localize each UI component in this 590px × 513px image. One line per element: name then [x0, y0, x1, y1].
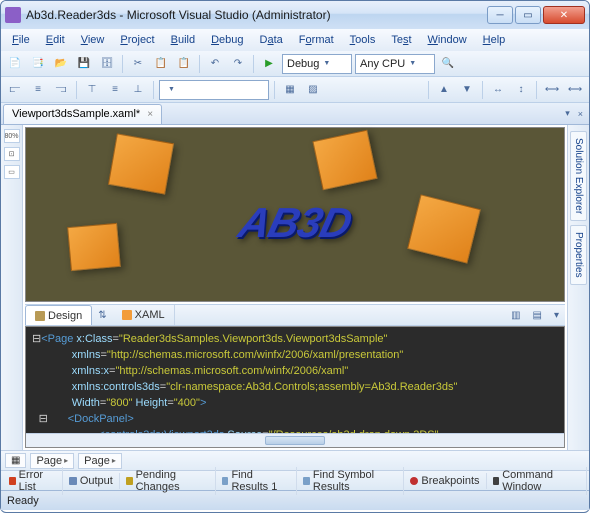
undo-icon[interactable]: ↶	[205, 54, 225, 74]
menu-test[interactable]: Test	[384, 32, 418, 48]
breakpoint-icon	[410, 477, 418, 485]
menu-build[interactable]: Build	[164, 32, 202, 48]
menu-help[interactable]: Help	[476, 32, 513, 48]
xaml-editor[interactable]: ⊟<Page x:Class="Reader3dsSamples.Viewpor…	[25, 326, 565, 448]
group-icon[interactable]: ▦	[280, 80, 300, 100]
order-front-icon[interactable]: ▲	[434, 80, 454, 100]
find-icon[interactable]: 🔍	[438, 54, 458, 74]
close-button[interactable]: ✕	[543, 6, 585, 24]
main-toolbar: 📄 📑 📂 💾 🗄 ✂ 📋 📋 ↶ ↷ ▶ Debug▼ Any CPU▼ 🔍	[1, 51, 589, 77]
size-width-icon[interactable]: ⟷	[542, 80, 562, 100]
menu-tools[interactable]: Tools	[343, 32, 383, 48]
status-text: Ready	[7, 495, 39, 507]
tab-label: Viewport3dsSample.xaml*	[12, 108, 140, 120]
spacing-h-icon[interactable]: ↔	[488, 80, 508, 100]
platform-combo[interactable]: Any CPU▼	[355, 54, 435, 74]
toolwin-output[interactable]: Output	[63, 473, 120, 489]
cmd-icon	[493, 477, 500, 485]
output-icon	[69, 477, 77, 485]
menu-edit[interactable]: Edit	[39, 32, 72, 48]
align-middle-icon[interactable]: ≡	[105, 80, 125, 100]
left-gutter: 80% ⊡ ▭	[1, 125, 23, 450]
paste-icon[interactable]: 📋	[174, 54, 194, 74]
order-back-icon[interactable]: ▼	[457, 80, 477, 100]
tab-viewport3ds-sample[interactable]: Viewport3dsSample.xaml* ×	[3, 104, 162, 124]
menu-data[interactable]: Data	[253, 32, 290, 48]
tab-close-all-icon[interactable]: ×	[574, 109, 587, 119]
designer-split-tabs: Design ⇅ XAML ▥ ▤ ▾	[25, 304, 565, 326]
menu-format[interactable]: Format	[292, 32, 341, 48]
menu-file[interactable]: FFileile	[5, 32, 37, 48]
error-icon	[9, 477, 16, 485]
swap-panes-icon[interactable]: ⇅	[92, 310, 112, 321]
toolwin-pending-changes[interactable]: Pending Changes	[120, 467, 216, 495]
collapse-pane-icon[interactable]: ▾	[548, 310, 565, 321]
open-icon[interactable]: 📂	[51, 54, 71, 74]
titlebar: Ab3d.Reader3ds - Microsoft Visual Studio…	[1, 1, 589, 29]
save-all-icon[interactable]: 🗄	[97, 54, 117, 74]
cube-4	[408, 194, 482, 263]
design-tab-icon	[35, 311, 45, 321]
menubar: FFileile Edit View Project Build Debug D…	[1, 29, 589, 51]
align-left-icon[interactable]: ⫍	[5, 80, 25, 100]
cube-1	[108, 134, 174, 195]
logo-3d-text: AB3D	[234, 199, 356, 247]
add-item-icon[interactable]: 📑	[28, 54, 48, 74]
bottom-tool-windows: Error List Output Pending Changes Find R…	[1, 470, 589, 490]
align-center-icon[interactable]: ≡	[28, 80, 48, 100]
panel-solution-explorer[interactable]: Solution Explorer	[570, 131, 587, 221]
toolwin-error-list[interactable]: Error List	[3, 467, 63, 495]
right-gutter: Solution Explorer Properties	[567, 125, 589, 450]
toolwin-find-symbol-results[interactable]: Find Symbol Results	[297, 467, 404, 495]
config-combo[interactable]: Debug▼	[282, 54, 352, 74]
minimize-button[interactable]: ─	[487, 6, 513, 24]
save-icon[interactable]: 💾	[74, 54, 94, 74]
cut-icon[interactable]: ✂	[128, 54, 148, 74]
tab-design[interactable]: Design	[25, 305, 92, 325]
split-horizontal-icon[interactable]: ▥	[505, 310, 526, 321]
copy-icon[interactable]: 📋	[151, 54, 171, 74]
zoom-actual-icon[interactable]: ▭	[4, 165, 20, 179]
size-height-icon[interactable]: ⟷	[565, 80, 585, 100]
menu-view[interactable]: View	[74, 32, 112, 48]
split-vertical-icon[interactable]: ▤	[527, 310, 548, 321]
window-title: Ab3d.Reader3ds - Microsoft Visual Studio…	[26, 8, 487, 22]
redo-icon[interactable]: ↷	[228, 54, 248, 74]
align-bottom-icon[interactable]: ⊥	[128, 80, 148, 100]
tab-dropdown-icon[interactable]: ▾	[561, 108, 574, 119]
cube-3	[67, 223, 121, 271]
align-top-icon[interactable]: ⊤	[82, 80, 102, 100]
zoom-display[interactable]: 80%	[4, 129, 20, 143]
panel-properties[interactable]: Properties	[570, 225, 587, 285]
pending-icon	[126, 477, 133, 485]
menu-window[interactable]: Window	[421, 32, 474, 48]
design-surface[interactable]: AB3D	[25, 127, 565, 302]
align-right-icon[interactable]: ⫎	[51, 80, 71, 100]
element-combo[interactable]: ▼	[159, 80, 269, 100]
tab-close-icon[interactable]: ×	[147, 109, 153, 120]
new-project-icon[interactable]: 📄	[5, 54, 25, 74]
menu-debug[interactable]: Debug	[204, 32, 250, 48]
ungroup-icon[interactable]: ▨	[303, 80, 323, 100]
tab-xaml[interactable]: XAML	[113, 305, 175, 325]
findsym-icon	[303, 477, 310, 485]
toolwin-command-window[interactable]: Command Window	[487, 467, 588, 495]
start-debug-icon[interactable]: ▶	[259, 54, 279, 74]
cube-2	[312, 130, 377, 191]
spacing-v-icon[interactable]: ↕	[511, 80, 531, 100]
zoom-fit-icon[interactable]: ⊡	[4, 147, 20, 161]
menu-project[interactable]: Project	[113, 32, 161, 48]
maximize-button[interactable]: ▭	[515, 6, 541, 24]
editor-scrollbar[interactable]	[26, 433, 564, 447]
breadcrumb-page-2[interactable]: Page▸	[78, 453, 122, 469]
toolwin-breakpoints[interactable]: Breakpoints	[404, 473, 486, 489]
find-icon	[222, 477, 229, 485]
xaml-tab-icon	[122, 310, 132, 320]
toolwin-find-results-1[interactable]: Find Results 1	[216, 467, 297, 495]
document-tabs: Viewport3dsSample.xaml* × ▾ ×	[1, 103, 589, 125]
layout-toolbar: ⫍ ≡ ⫎ ⊤ ≡ ⊥ ▼ ▦ ▨ ▲ ▼ ↔ ↕ ⟷ ⟷	[1, 77, 589, 103]
app-icon	[5, 7, 21, 23]
